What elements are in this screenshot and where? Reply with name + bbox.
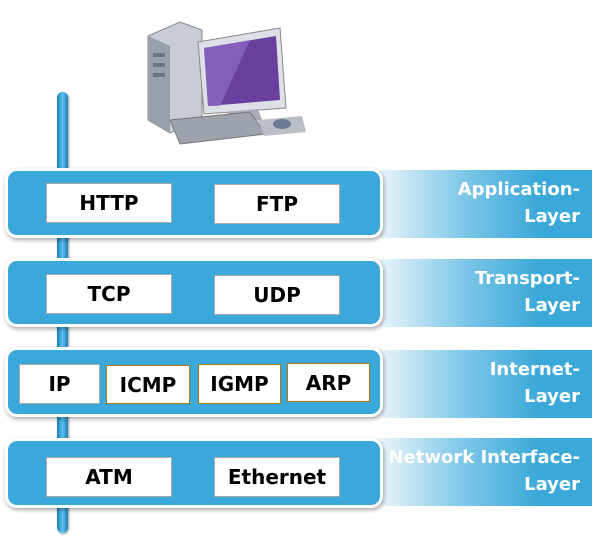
protocol-atm: ATM <box>46 457 172 497</box>
protocol-ftp: FTP <box>214 184 340 224</box>
label-line1: Internet- <box>489 359 580 380</box>
network-interface-layer-label: Network Interface- Layer <box>380 438 592 506</box>
computer-icon <box>147 21 306 145</box>
transport-layer-label: Transport- Layer <box>380 259 592 327</box>
label-line2: Layer <box>524 386 580 407</box>
internet-layer-label: Internet- Layer <box>380 350 592 418</box>
label-line1: Network Interface- <box>388 447 580 468</box>
protocol-tcp: TCP <box>46 274 172 314</box>
label-line2: Layer <box>524 206 580 227</box>
protocol-http: HTTP <box>46 183 172 223</box>
label-line1: Transport- <box>474 268 580 289</box>
protocol-igmp: IGMP <box>198 364 281 404</box>
application-layer-label: Application- Layer <box>380 170 592 238</box>
label-line2: Layer <box>524 474 580 495</box>
label-line1: Application- <box>457 179 580 200</box>
protocol-icmp: ICMP <box>106 365 190 404</box>
protocol-ethernet: Ethernet <box>214 457 340 497</box>
label-line2: Layer <box>524 295 580 316</box>
protocol-arp: ARP <box>287 363 370 402</box>
protocol-ip: IP <box>19 364 100 404</box>
protocol-udp: UDP <box>214 275 340 315</box>
